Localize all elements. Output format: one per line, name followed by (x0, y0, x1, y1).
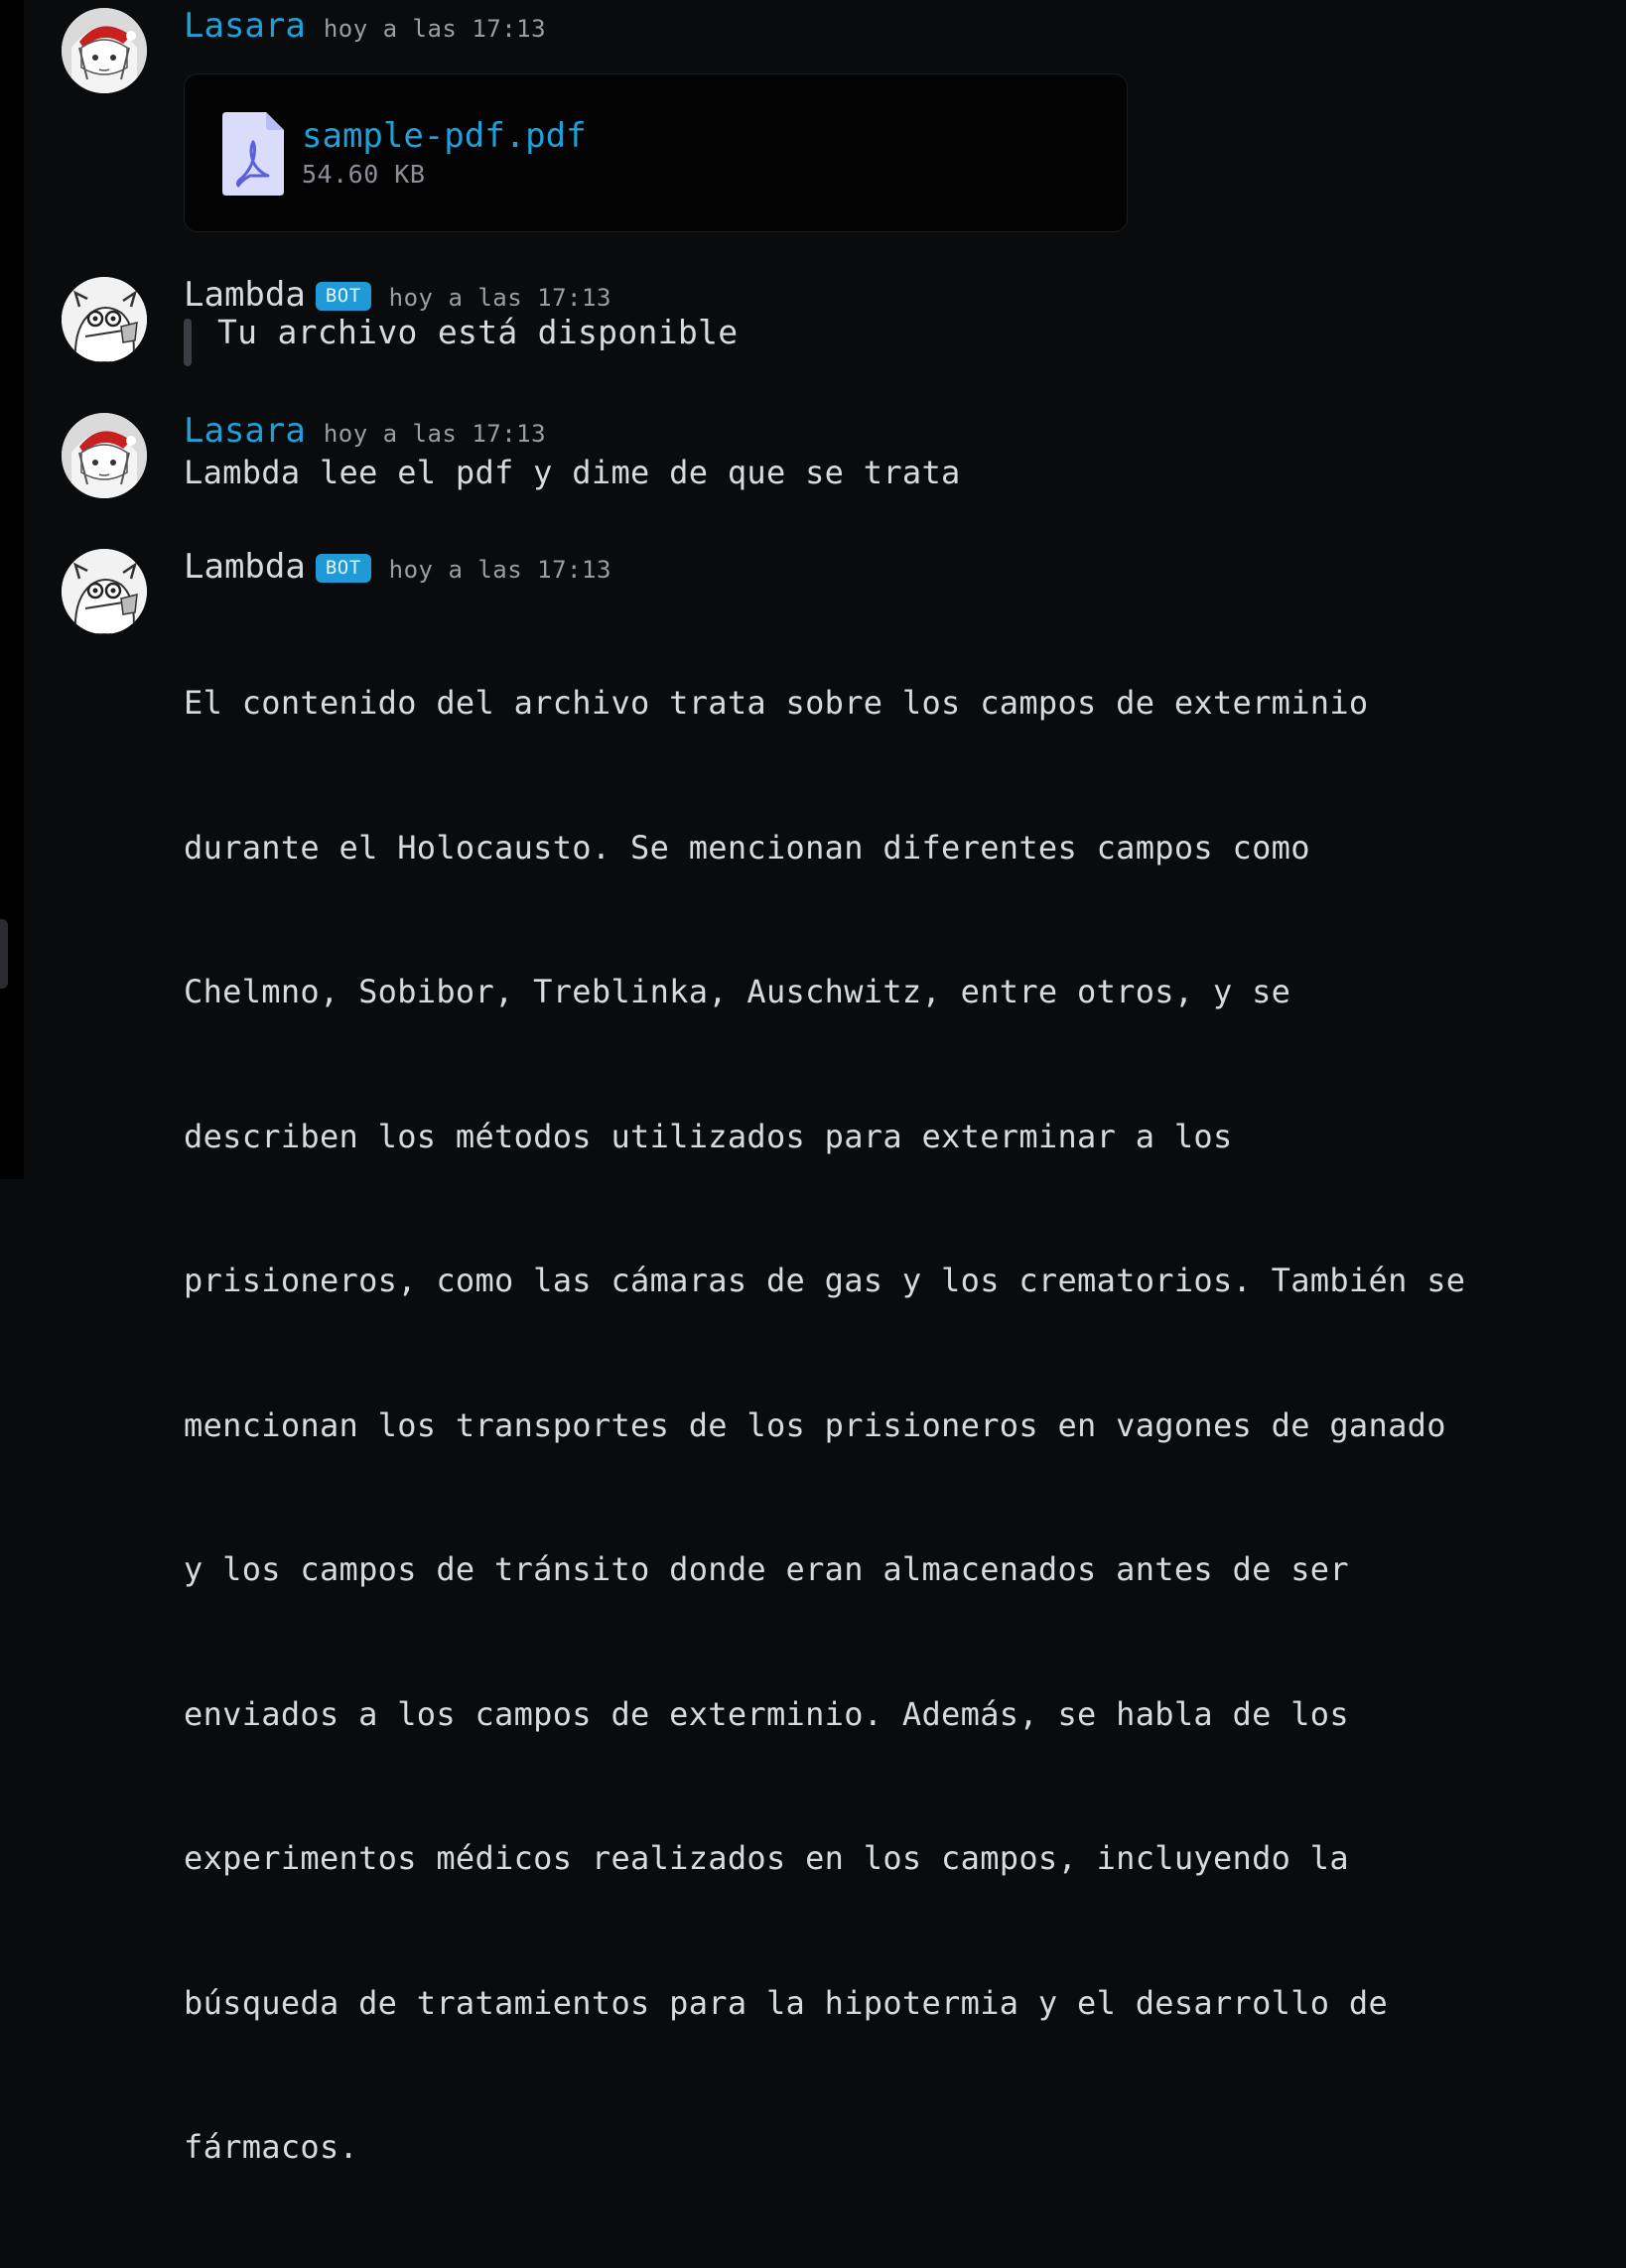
timestamp: hoy a las 17:13 (323, 420, 547, 448)
quote-text: Tu archivo está disponible (217, 313, 739, 351)
message-text: El contenido del archivo trata sobre los… (184, 583, 1586, 2268)
timestamp: hoy a las 17:13 (388, 556, 611, 584)
author-name[interactable]: Lambda (184, 275, 306, 315)
message-text: Lambda lee el pdf y dime de que se trata (184, 454, 961, 491)
file-name-link[interactable]: sample-pdf.pdf (302, 116, 587, 156)
avatar-lambda[interactable] (62, 277, 147, 362)
message-line: búsqueda de tratamientos para la hipoter… (184, 1983, 1389, 2022)
message-line: prisioneros, como las cámaras de gas y l… (184, 1262, 1466, 1299)
chat-log: Lasara hoy a las 17:13 sample-pdf.pdf 54… (24, 0, 1626, 2166)
file-size: 54.60 KB (302, 160, 426, 189)
author-name[interactable]: Lasara (184, 411, 306, 451)
embed-quote: Tu archivo está disponible (184, 313, 1586, 366)
avatar-lasara[interactable] (62, 8, 147, 93)
timestamp: hoy a las 17:13 (388, 284, 611, 312)
pdf-file-icon (220, 110, 286, 198)
left-rail (0, 0, 24, 1179)
message-line: describen los métodos utilizados para ex… (184, 1117, 1233, 1155)
message-line: experimentos médicos realizados en los c… (184, 1839, 1349, 1877)
avatar-lambda[interactable] (62, 549, 147, 634)
rail-scroll-handle[interactable] (0, 919, 8, 989)
message-line: y los campos de tránsito donde eran alma… (184, 1550, 1349, 1588)
avatar-lasara[interactable] (62, 413, 147, 498)
file-attachment[interactable]: sample-pdf.pdf 54.60 KB (184, 73, 1128, 232)
bot-badge: BOT (315, 554, 371, 583)
message-line: Chelmno, Sobibor, Treblinka, Auschwitz, … (184, 973, 1291, 1010)
message-line: enviados a los campos de exterminio. Ade… (184, 1694, 1349, 1733)
bot-badge: BOT (315, 282, 371, 311)
author-name[interactable]: Lambda (184, 547, 306, 587)
message-line: El contenido del archivo trata sobre los… (184, 684, 1369, 722)
quote-bar (184, 319, 192, 366)
timestamp: hoy a las 17:13 (323, 15, 547, 43)
message-line: durante el Holocausto. Se mencionan dife… (184, 828, 1310, 867)
message-line: mencionan los transportes de los prision… (184, 1405, 1446, 1444)
message-line: fármacos. (184, 2128, 359, 2166)
author-name[interactable]: Lasara (184, 6, 306, 46)
